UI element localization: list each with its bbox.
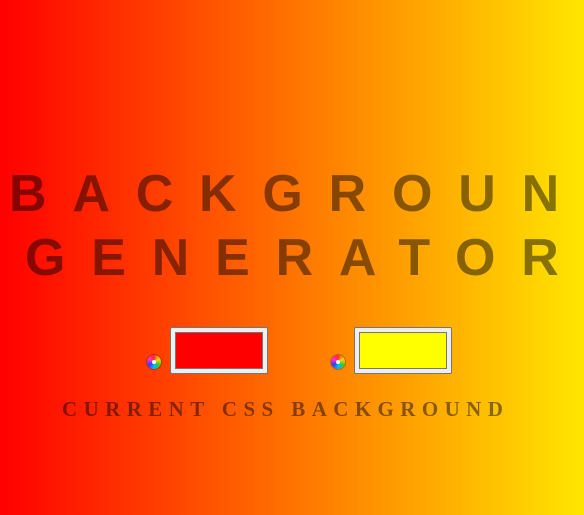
page-title-line-2: GENERATOR (25, 229, 584, 287)
current-css-label: CURRENT CSS BACKGROUND (62, 397, 510, 421)
color-swatch-1 (175, 332, 263, 369)
color-wheel-icon (147, 355, 161, 369)
page-title-line-1: BACKGROUND (9, 165, 584, 223)
color-picker-1[interactable] (170, 327, 268, 374)
color-wheel-icon (331, 355, 345, 369)
color-swatch-2 (359, 332, 447, 369)
color-picker-2[interactable] (354, 327, 452, 374)
